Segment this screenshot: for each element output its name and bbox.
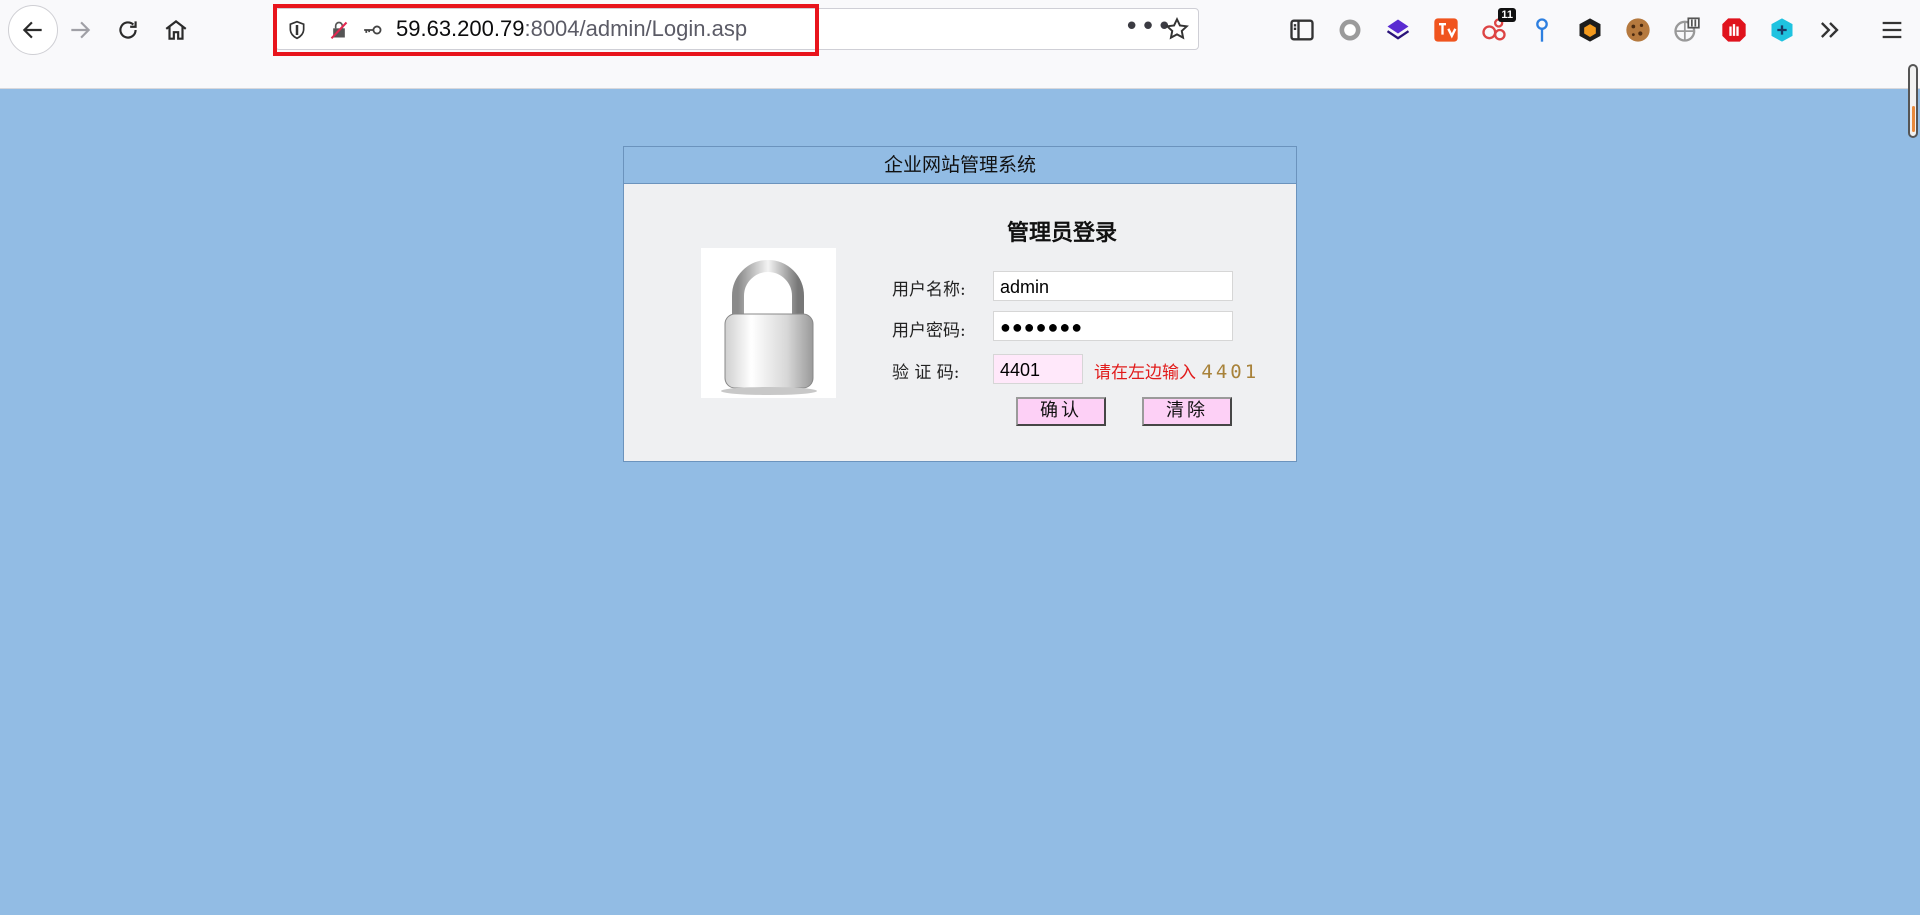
insecure-lock-icon[interactable]	[328, 19, 350, 41]
password-label: 用户密码:	[892, 321, 966, 341]
system-title: 企业网站管理系统	[624, 147, 1296, 184]
url-path: :8004/admin/Login.asp	[524, 16, 748, 41]
hexagon-extension-icon[interactable]	[1574, 14, 1606, 46]
password-input[interactable]: ●●●●●●●	[993, 311, 1233, 341]
confirm-button[interactable]: 确认	[1016, 397, 1106, 426]
reload-button[interactable]	[108, 10, 148, 50]
cookie-icon[interactable]	[1622, 14, 1654, 46]
address-bar[interactable]: 59.63.200.79:8004/admin/Login.asp •••	[275, 8, 1199, 50]
hamburger-menu-icon[interactable]	[1876, 14, 1908, 46]
login-heading: 管理员登录	[1007, 220, 1118, 246]
pin-extension-icon[interactable]	[1526, 14, 1558, 46]
arrow-right-icon	[71, 21, 91, 39]
captcha-hint: 请在左边输入 4401	[1094, 358, 1259, 383]
scrollbar-thumb[interactable]	[1908, 64, 1918, 138]
circle-extension-icon[interactable]	[1334, 14, 1366, 46]
graph-extension-icon[interactable]: 11	[1478, 8, 1516, 46]
captcha-input[interactable]: 4401	[993, 354, 1083, 384]
login-panel: 企业网站管理系统 管理员登录 用户名称: admin 用户密码: ●●●●●●●…	[623, 146, 1297, 462]
globe-extension-icon[interactable]	[1670, 14, 1702, 46]
arrow-left-icon	[22, 21, 42, 39]
shield-icon[interactable]	[286, 19, 308, 41]
hand-block-icon[interactable]	[1718, 14, 1750, 46]
captcha-hint-text: 请在左边输入	[1094, 363, 1196, 383]
key-icon[interactable]	[358, 19, 386, 41]
back-button[interactable]	[8, 5, 58, 55]
translate-extension-icon[interactable]	[1430, 14, 1462, 46]
sidebar-icon[interactable]	[1286, 14, 1318, 46]
url-host: 59.63.200.79	[396, 16, 525, 41]
clear-button[interactable]: 清除	[1142, 397, 1232, 426]
home-button[interactable]	[156, 10, 196, 50]
bookmark-star-icon[interactable]	[1164, 16, 1190, 46]
padlock-icon	[701, 248, 836, 398]
captcha-label: 验 证 码:	[892, 363, 960, 383]
extension-badge: 11	[1498, 8, 1516, 22]
username-input[interactable]: admin	[993, 271, 1233, 301]
url-text[interactable]: 59.63.200.79:8004/admin/Login.asp	[396, 16, 747, 42]
username-label: 用户名称:	[892, 280, 966, 300]
cube-extension-icon[interactable]	[1766, 14, 1798, 46]
layers-extension-icon[interactable]	[1382, 14, 1414, 46]
captcha-code: 4401	[1201, 361, 1260, 383]
browser-toolbar: 59.63.200.79:8004/admin/Login.asp ••• 11	[0, 0, 1920, 89]
forward-button[interactable]	[60, 10, 100, 50]
home-icon	[165, 19, 187, 40]
reload-icon	[119, 21, 137, 39]
overflow-chevron-icon[interactable]	[1814, 14, 1846, 46]
